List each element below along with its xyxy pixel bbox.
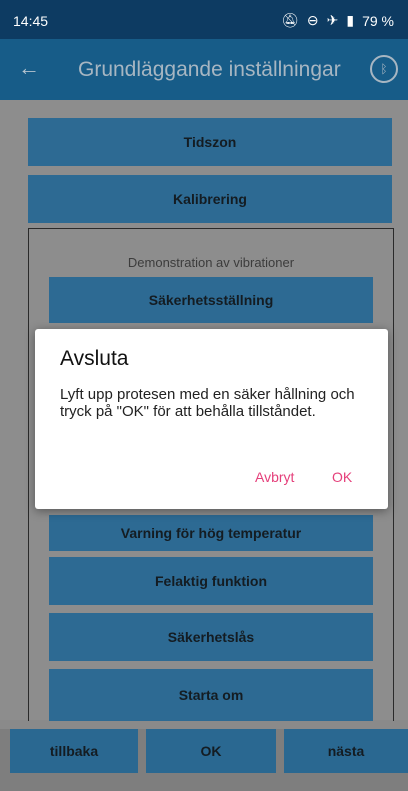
- high-temperature-warning-button[interactable]: Varning för hög temperatur: [49, 515, 373, 551]
- airplane-mode-icon: ✈: [326, 12, 339, 28]
- dialog-title: Avsluta: [60, 347, 129, 370]
- battery-level: 79 %: [362, 12, 394, 29]
- panel-title: Demonstration av vibrationer: [127, 255, 295, 270]
- dialog-ok-button[interactable]: OK: [332, 469, 352, 485]
- calibration-button[interactable]: Kalibrering: [28, 175, 392, 223]
- malfunction-button[interactable]: Felaktig funktion: [49, 557, 373, 605]
- status-icons: 🔕︎ ⊖ ✈ ▮ 79 %: [281, 12, 394, 29]
- status-time: 14:45: [13, 13, 49, 29]
- dialog-message: Lyft upp protesen med en säker hållning …: [60, 386, 355, 420]
- bluetooth-icon[interactable]: ᛒ: [370, 55, 398, 83]
- timezone-button[interactable]: Tidszon: [28, 118, 392, 166]
- battery-icon: ▮: [346, 12, 355, 28]
- ok-button[interactable]: OK: [146, 729, 276, 773]
- exit-dialog: Avsluta Lyft upp protesen med en säker h…: [35, 329, 388, 509]
- bottom-bar: tillbaka OK nästa: [0, 729, 408, 791]
- page-title: Grundläggande inställningar: [78, 58, 341, 81]
- back-button[interactable]: tillbaka: [10, 729, 138, 773]
- back-arrow-icon[interactable]: ←: [18, 55, 40, 81]
- next-button[interactable]: nästa: [284, 729, 408, 773]
- app-bar: ← Grundläggande inställningar ᛒ: [0, 39, 408, 100]
- notifications-off-icon: 🔕︎: [281, 12, 299, 28]
- restart-button[interactable]: Starta om: [49, 669, 373, 721]
- do-not-disturb-icon: ⊖: [306, 12, 319, 28]
- cancel-button[interactable]: Avbryt: [255, 469, 294, 485]
- status-bar: 14:45 🔕︎ ⊖ ✈ ▮ 79 %: [0, 0, 408, 39]
- safety-lock-button[interactable]: Säkerhetslås: [49, 613, 373, 661]
- safety-position-button[interactable]: Säkerhetsställning: [49, 277, 373, 323]
